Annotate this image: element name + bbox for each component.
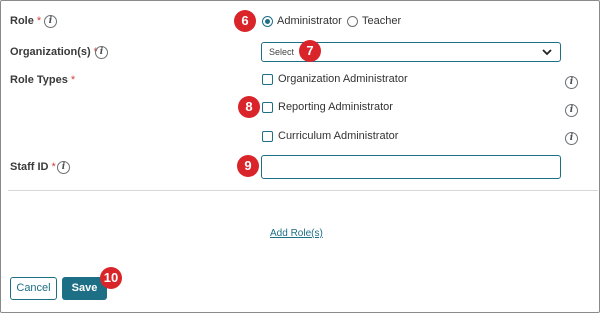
info-icon[interactable]: i — [565, 76, 578, 89]
callout-10: 10 — [100, 267, 122, 289]
info-icon[interactable]: i — [565, 132, 578, 145]
staff-id-input[interactable] — [261, 155, 561, 179]
info-icon[interactable]: i — [57, 161, 70, 174]
required-mark: * — [51, 161, 56, 173]
checkbox-organization-administrator[interactable] — [262, 74, 273, 85]
required-mark: * — [70, 74, 76, 86]
callout-8: 8 — [238, 96, 260, 118]
checkbox-curriculum-administrator[interactable] — [262, 131, 273, 142]
organizations-label-text: Organization(s) — [10, 46, 91, 58]
radio-teacher[interactable] — [347, 16, 358, 27]
info-icon[interactable]: i — [44, 15, 57, 28]
info-icon[interactable]: i — [95, 46, 108, 59]
info-icon[interactable]: i — [565, 104, 578, 117]
radio-teacher-label: Teacher — [362, 15, 402, 27]
add-role-link[interactable]: Add Role(s) — [270, 228, 323, 239]
checkbox-reporting-administrator[interactable] — [262, 102, 273, 113]
organizations-label: Organization(s) * — [10, 46, 98, 58]
callout-9: 9 — [237, 155, 259, 177]
required-mark: * — [36, 15, 42, 27]
role-label-text: Role — [10, 15, 34, 27]
staff-id-label-text: Staff ID — [10, 161, 49, 173]
radio-administrator-label: Administrator — [277, 15, 342, 27]
role-types-label-text: Role Types — [10, 74, 68, 86]
checkbox-organization-administrator-label: Organization Administrator — [278, 73, 408, 85]
chevron-down-icon — [542, 49, 552, 56]
cancel-button[interactable]: Cancel — [10, 277, 57, 300]
role-label: Role * — [10, 15, 41, 27]
divider — [8, 190, 598, 191]
checkbox-reporting-administrator-label: Reporting Administrator — [278, 101, 393, 113]
callout-7: 7 — [299, 40, 321, 62]
role-types-label: Role Types * — [10, 74, 75, 86]
radio-administrator[interactable] — [262, 16, 273, 27]
callout-6: 6 — [234, 10, 256, 32]
staff-id-label: Staff ID * — [10, 161, 56, 173]
checkbox-curriculum-administrator-label: Curriculum Administrator — [278, 130, 399, 142]
organizations-select-value: Select — [269, 47, 295, 57]
